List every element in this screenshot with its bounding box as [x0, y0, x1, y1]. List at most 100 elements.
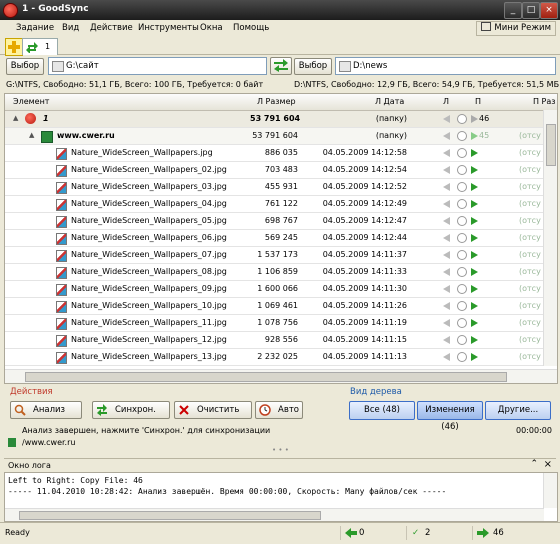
- menu-view[interactable]: Вид: [62, 23, 79, 33]
- left-arrow-icon[interactable]: [443, 183, 450, 191]
- left-arrow-icon[interactable]: [443, 132, 450, 140]
- skip-icon[interactable]: [457, 216, 467, 226]
- left-path-field[interactable]: G:\сайт: [48, 57, 267, 75]
- left-arrow-icon[interactable]: [443, 251, 450, 259]
- vertical-scrollbar[interactable]: [543, 110, 557, 366]
- table-row[interactable]: Nature_WideScreen_Wallpapers_08.jpg 1 106…: [5, 264, 557, 281]
- swap-direction-button[interactable]: [270, 57, 292, 75]
- skip-icon[interactable]: [457, 165, 467, 175]
- right-arrow-icon[interactable]: [471, 302, 478, 310]
- mini-mode-button[interactable]: Мини Режим: [476, 21, 556, 36]
- auto-button[interactable]: Авто: [255, 401, 303, 419]
- tab-job-1[interactable]: 1: [22, 38, 58, 55]
- right-arrow-icon[interactable]: [471, 353, 478, 361]
- log-vertical-scrollbar[interactable]: [543, 473, 557, 508]
- scroll-thumb[interactable]: [546, 124, 556, 166]
- table-row[interactable]: Nature_WideScreen_Wallpapers_04.jpg 761 1…: [5, 196, 557, 213]
- right-path-field[interactable]: D:\news: [335, 57, 556, 75]
- right-arrow-icon[interactable]: [471, 234, 478, 242]
- right-arrow-icon[interactable]: [471, 336, 478, 344]
- skip-icon[interactable]: [457, 250, 467, 260]
- left-arrow-icon[interactable]: [443, 217, 450, 225]
- left-arrow-icon[interactable]: [443, 200, 450, 208]
- left-arrow-icon[interactable]: [443, 353, 450, 361]
- splitter-grip[interactable]: • • •: [272, 446, 289, 454]
- col-left[interactable]: Л: [443, 97, 449, 106]
- col-element[interactable]: Элемент: [13, 97, 49, 106]
- collapse-icon[interactable]: ▲: [29, 131, 34, 139]
- table-row[interactable]: Nature_WideScreen_Wallpapers.jpg 886 035 0…: [5, 145, 557, 162]
- add-job-button[interactable]: [5, 38, 23, 56]
- right-arrow-icon[interactable]: [471, 268, 478, 276]
- right-arrow-icon[interactable]: [471, 115, 478, 123]
- skip-icon[interactable]: [457, 182, 467, 192]
- hscroll-thumb[interactable]: [25, 372, 507, 382]
- skip-icon[interactable]: [457, 131, 467, 141]
- skip-icon[interactable]: [457, 233, 467, 243]
- table-row[interactable]: Nature_WideScreen_Wallpapers_12.jpg 928 5…: [5, 332, 557, 349]
- left-arrow-icon[interactable]: [443, 336, 450, 344]
- left-arrow-icon[interactable]: [443, 166, 450, 174]
- left-arrow-icon[interactable]: [443, 268, 450, 276]
- col-left-date[interactable]: Л Дата: [375, 97, 404, 106]
- skip-icon[interactable]: [457, 199, 467, 209]
- left-arrow-icon[interactable]: [443, 234, 450, 242]
- collapse-log-icon[interactable]: ⌃: [530, 459, 538, 469]
- maximize-button[interactable]: □: [522, 2, 540, 19]
- close-button[interactable]: ×: [540, 2, 558, 19]
- table-row[interactable]: Nature_WideScreen_Wallpapers_06.jpg 569 2…: [5, 230, 557, 247]
- left-arrow-icon[interactable]: [443, 302, 450, 310]
- table-row[interactable]: Nature_WideScreen_Wallpapers_05.jpg 698 7…: [5, 213, 557, 230]
- skip-icon[interactable]: [457, 301, 467, 311]
- view-all-button[interactable]: Все (48): [349, 401, 415, 420]
- menu-tools[interactable]: Инструменты: [138, 23, 199, 33]
- skip-icon[interactable]: [457, 335, 467, 345]
- col-right[interactable]: П: [475, 97, 481, 106]
- right-arrow-icon[interactable]: [471, 217, 478, 225]
- left-arrow-icon[interactable]: [443, 285, 450, 293]
- horizontal-scrollbar[interactable]: [5, 369, 557, 383]
- left-arrow-icon[interactable]: [443, 319, 450, 327]
- right-arrow-icon[interactable]: [471, 149, 478, 157]
- col-left-size[interactable]: Л Размер: [257, 97, 296, 106]
- skip-icon[interactable]: [457, 267, 467, 277]
- skip-icon[interactable]: [457, 114, 467, 124]
- table-row[interactable]: Nature_WideScreen_Wallpapers_02.jpg 703 4…: [5, 162, 557, 179]
- log-hscroll-thumb[interactable]: [19, 511, 321, 520]
- sync-button[interactable]: Синхрон.: [92, 401, 170, 419]
- table-row[interactable]: Nature_WideScreen_Wallpapers_11.jpg 1 078…: [5, 315, 557, 332]
- log-horizontal-scrollbar[interactable]: [5, 508, 544, 521]
- left-arrow-icon[interactable]: [443, 115, 450, 123]
- right-arrow-icon[interactable]: [471, 132, 478, 140]
- minimize-button[interactable]: _: [504, 2, 522, 19]
- skip-icon[interactable]: [457, 148, 467, 158]
- browse-left-button[interactable]: Выбор: [6, 58, 44, 75]
- skip-icon[interactable]: [457, 284, 467, 294]
- table-row[interactable]: Nature_WideScreen_Wallpapers_07.jpg 1 537…: [5, 247, 557, 264]
- analyze-button[interactable]: Анализ: [10, 401, 82, 419]
- right-arrow-icon[interactable]: [471, 319, 478, 327]
- view-changes-button[interactable]: Изменения (46): [417, 401, 483, 432]
- right-arrow-icon[interactable]: [471, 166, 478, 174]
- collapse-icon[interactable]: ▲: [13, 114, 18, 122]
- menu-task[interactable]: Задание: [16, 23, 54, 33]
- table-row[interactable]: Nature_WideScreen_Wallpapers_03.jpg 455 9…: [5, 179, 557, 196]
- menu-help[interactable]: Помощь: [233, 23, 269, 33]
- right-arrow-icon[interactable]: [471, 251, 478, 259]
- tree-root-row[interactable]: ▲ 1 53 791 604 (папку) 46: [5, 111, 557, 128]
- menu-action[interactable]: Действие: [90, 23, 133, 33]
- clear-button[interactable]: Очистить: [174, 401, 252, 419]
- right-arrow-icon[interactable]: [471, 285, 478, 293]
- right-arrow-icon[interactable]: [471, 200, 478, 208]
- view-other-button[interactable]: Другие...: [485, 401, 551, 420]
- menu-windows[interactable]: Окна: [200, 23, 223, 33]
- table-row[interactable]: Nature_WideScreen_Wallpapers_09.jpg 1 600…: [5, 281, 557, 298]
- col-right-size[interactable]: П Раз: [533, 97, 556, 106]
- right-arrow-icon[interactable]: [471, 183, 478, 191]
- close-log-icon[interactable]: ×: [544, 459, 552, 470]
- left-arrow-icon[interactable]: [443, 149, 450, 157]
- skip-icon[interactable]: [457, 352, 467, 362]
- skip-icon[interactable]: [457, 318, 467, 328]
- table-row[interactable]: Nature_WideScreen_Wallpapers_13.jpg 2 232…: [5, 349, 557, 366]
- tree-folder-row[interactable]: ▲ www.cwer.ru 53 791 604 (папку) 45 (отс…: [5, 128, 557, 145]
